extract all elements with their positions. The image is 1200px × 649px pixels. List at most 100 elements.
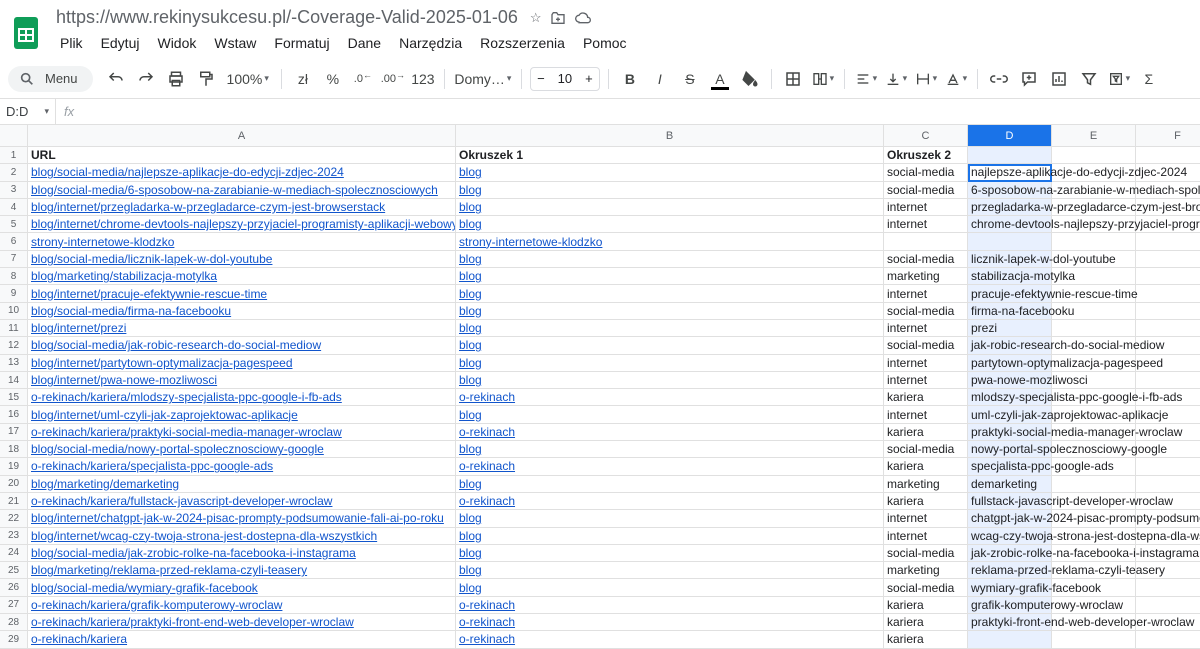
okruszek1-cell[interactable]: blog <box>456 251 884 268</box>
col-header-A[interactable]: A <box>28 125 456 147</box>
col-header-F[interactable]: F <box>1136 125 1200 147</box>
row-header[interactable]: 26 <box>0 579 28 596</box>
okruszek2-cell[interactable]: kariera <box>884 631 968 648</box>
url-cell[interactable]: blog/internet/wcag-czy-twoja-strona-jest… <box>28 528 456 545</box>
insert-comment-button[interactable] <box>1016 66 1042 92</box>
okruszek1-cell[interactable]: blog <box>456 406 884 423</box>
url-cell[interactable]: blog/internet/pwa-nowe-mozliwosci <box>28 372 456 389</box>
okruszek2-cell[interactable]: internet <box>884 216 968 233</box>
url-cell[interactable]: blog/marketing/reklama-przed-reklama-czy… <box>28 562 456 579</box>
okruszek1-cell[interactable]: blog <box>456 303 884 320</box>
okruszek2-cell[interactable]: internet <box>884 406 968 423</box>
number-format-button[interactable]: 123 <box>410 66 436 92</box>
menu-formatuj[interactable]: Formatuj <box>266 31 337 55</box>
row-header[interactable]: 14 <box>0 372 28 389</box>
row-header[interactable]: 19 <box>0 458 28 475</box>
row-header[interactable]: 24 <box>0 545 28 562</box>
url-cell[interactable]: blog/internet/chrome-devtools-najlepszy-… <box>28 216 456 233</box>
url-cell[interactable]: blog/marketing/demarketing <box>28 476 456 493</box>
okruszek2-cell[interactable]: kariera <box>884 424 968 441</box>
okruszek2-cell[interactable]: internet <box>884 320 968 337</box>
strikethrough-button[interactable]: S <box>677 66 703 92</box>
d-cell[interactable]: specjalista-ppc-google-ads <box>968 458 1052 475</box>
d-cell[interactable]: fullstack-javascript-developer-wroclaw <box>968 493 1052 510</box>
d-cell[interactable]: praktyki-front-end-web-developer-wroclaw <box>968 614 1052 631</box>
undo-button[interactable] <box>103 66 129 92</box>
d-cell[interactable]: chrome-devtools-najlepszy-przyjaciel-pro… <box>968 216 1052 233</box>
okruszek1-cell[interactable]: blog <box>456 268 884 285</box>
okruszek2-cell[interactable]: kariera <box>884 614 968 631</box>
okruszek1-cell[interactable]: blog <box>456 528 884 545</box>
d-cell[interactable]: jak-robic-research-do-social-mediow <box>968 337 1052 354</box>
f-cell[interactable] <box>1136 597 1200 614</box>
doc-title[interactable]: https://www.rekinysukcesu.pl/-Coverage-V… <box>52 6 522 29</box>
row-header[interactable]: 8 <box>0 268 28 285</box>
row-header[interactable]: 27 <box>0 597 28 614</box>
row-header[interactable]: 12 <box>0 337 28 354</box>
okruszek1-cell[interactable]: blog <box>456 372 884 389</box>
f-cell[interactable] <box>1136 233 1200 250</box>
f-cell[interactable] <box>1136 579 1200 596</box>
okruszek2-cell[interactable]: social-media <box>884 579 968 596</box>
row-header[interactable]: 3 <box>0 182 28 199</box>
filter-button[interactable] <box>1076 66 1102 92</box>
vertical-align-button[interactable] <box>883 66 909 92</box>
row-header[interactable]: 10 <box>0 303 28 320</box>
url-cell[interactable]: blog/social-media/jak-zrobic-rolke-na-fa… <box>28 545 456 562</box>
url-cell[interactable]: blog/marketing/stabilizacja-motylka <box>28 268 456 285</box>
url-cell[interactable]: o-rekinach/kariera/grafik-komputerowy-wr… <box>28 597 456 614</box>
okruszek1-cell[interactable]: blog <box>456 216 884 233</box>
okruszek1-cell[interactable]: o-rekinach <box>456 424 884 441</box>
row-header[interactable]: 22 <box>0 510 28 527</box>
okruszek2-cell[interactable]: social-media <box>884 545 968 562</box>
row-header[interactable]: 6 <box>0 233 28 250</box>
d-cell[interactable]: praktyki-social-media-manager-wroclaw <box>968 424 1052 441</box>
okruszek2-cell[interactable]: internet <box>884 355 968 372</box>
menu-rozszerzenia[interactable]: Rozszerzenia <box>472 31 573 55</box>
print-button[interactable] <box>163 66 189 92</box>
okruszek1-cell[interactable]: o-rekinach <box>456 493 884 510</box>
d-cell[interactable]: partytown-optymalizacja-pagespeed <box>968 355 1052 372</box>
col-header-E[interactable]: E <box>1052 125 1136 147</box>
d-cell[interactable]: firma-na-facebooku <box>968 303 1052 320</box>
e-cell[interactable] <box>1052 233 1136 250</box>
url-cell[interactable]: blog/social-media/licznik-lapek-w-dol-yo… <box>28 251 456 268</box>
okruszek2-cell[interactable]: social-media <box>884 251 968 268</box>
sheets-logo[interactable] <box>8 15 44 51</box>
okruszek2-cell[interactable]: social-media <box>884 337 968 354</box>
row-header[interactable]: 1 <box>0 147 28 164</box>
d-cell[interactable]: chatgpt-jak-w-2024-pisac-prompty-podsumo… <box>968 510 1052 527</box>
increase-decimal-button[interactable]: .00→ <box>380 66 406 92</box>
f-cell[interactable] <box>1136 320 1200 337</box>
okruszek2-cell[interactable]: internet <box>884 528 968 545</box>
functions-button[interactable]: Σ <box>1136 66 1162 92</box>
f-cell[interactable] <box>1136 476 1200 493</box>
d-cell[interactable]: 6-sposobow-na-zarabianie-w-mediach-spole… <box>968 182 1052 199</box>
okruszek1-cell[interactable]: strony-internetowe-klodzko <box>456 233 884 250</box>
url-cell[interactable]: o-rekinach/kariera/fullstack-javascript-… <box>28 493 456 510</box>
move-icon[interactable] <box>550 10 566 26</box>
col-header-C[interactable]: C <box>884 125 968 147</box>
header-okruszek2[interactable]: Okruszek 2 <box>884 147 968 164</box>
okruszek2-cell[interactable]: social-media <box>884 441 968 458</box>
text-wrap-button[interactable] <box>913 66 939 92</box>
text-rotation-button[interactable] <box>943 66 969 92</box>
d-cell[interactable]: prezi <box>968 320 1052 337</box>
okruszek1-cell[interactable]: blog <box>456 510 884 527</box>
okruszek1-cell[interactable]: blog <box>456 164 884 181</box>
row-header[interactable]: 7 <box>0 251 28 268</box>
row-header[interactable]: 17 <box>0 424 28 441</box>
okruszek1-cell[interactable]: blog <box>456 337 884 354</box>
row-header[interactable]: 5 <box>0 216 28 233</box>
url-cell[interactable]: o-rekinach/kariera/praktyki-social-media… <box>28 424 456 441</box>
f-cell[interactable] <box>1136 285 1200 302</box>
menu-plik[interactable]: Plik <box>52 31 91 55</box>
d-cell[interactable]: pracuje-efektywnie-rescue-time <box>968 285 1052 302</box>
f-cell[interactable] <box>1136 251 1200 268</box>
d-cell[interactable]: nowy-portal-spolecznosciowy-google <box>968 441 1052 458</box>
url-cell[interactable]: blog/internet/prezi <box>28 320 456 337</box>
d-cell[interactable] <box>968 147 1052 164</box>
f-cell[interactable] <box>1136 268 1200 285</box>
okruszek1-cell[interactable]: blog <box>456 579 884 596</box>
url-cell[interactable]: blog/internet/uml-czyli-jak-zaprojektowa… <box>28 406 456 423</box>
